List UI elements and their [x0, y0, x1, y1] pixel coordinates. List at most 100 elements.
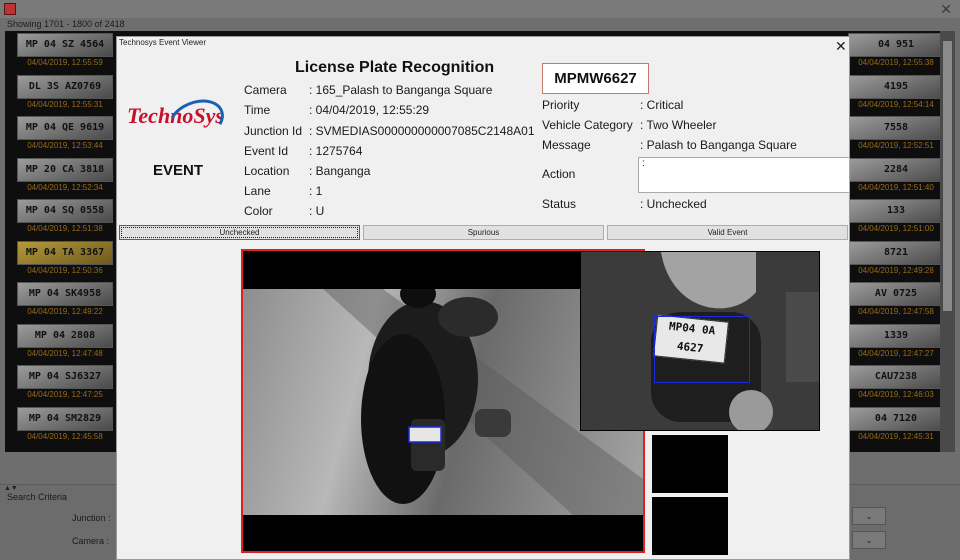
- event-thumbnail-tile[interactable]: 4195 04/04/2019, 12:54:14: [848, 74, 944, 110]
- thumbnail-timestamp: 04/04/2019, 12:46:03: [858, 390, 934, 399]
- plate-thumbnail: MP 04 QE 9619: [17, 116, 113, 140]
- location-value: : Banganga: [309, 164, 371, 178]
- technosys-logo: TechnoSys: [125, 91, 231, 151]
- event-thumbnail-tile[interactable]: 04 7120 04/04/2019, 12:45:31: [848, 406, 944, 442]
- plate-thumbnail: MP 20 CA 3818: [17, 157, 113, 182]
- event-viewer-dialog: Technosys Event Viewer ✕ TechnoSys EVENT…: [116, 36, 850, 560]
- blank-thumbnail-2[interactable]: [652, 497, 728, 555]
- results-count-label: Showing 1701 - 1800 of 2418: [7, 19, 125, 29]
- thumbnail-timestamp: 04/04/2019, 12:54:14: [858, 99, 934, 109]
- junction-label: Junction :: [72, 513, 111, 523]
- collapse-arrows-icon[interactable]: ▲▼: [4, 485, 18, 492]
- app-icon: [4, 3, 16, 15]
- plate-thumbnail: DL 3S AZ0769: [17, 74, 113, 99]
- plate-thumbnail: MP 04 SJ6327: [17, 365, 113, 389]
- event-thumbnail-tile[interactable]: 2284 04/04/2019, 12:51:40: [848, 157, 944, 193]
- event-thumbnail-tile[interactable]: MP 04 SM2829 04/04/2019, 12:45:58: [17, 406, 113, 442]
- valid-event-button[interactable]: Valid Event: [607, 225, 848, 240]
- event-thumbnail-tile[interactable]: MP 04 SJ6327 04/04/2019, 12:47:25: [17, 365, 113, 400]
- camera-label: Camera :: [72, 536, 110, 546]
- plate-thumbnail: MP 04 SM2829: [17, 406, 113, 431]
- color-label: Color: [244, 204, 273, 218]
- status-label: Status: [542, 197, 577, 211]
- plate-thumbnail: 04 951: [848, 33, 944, 57]
- thumbnail-timestamp: 04/04/2019, 12:47:27: [858, 348, 934, 358]
- event-thumbnail-tile[interactable]: MP 04 SZ 4564 04/04/2019, 12:55:59: [17, 33, 113, 68]
- thumbnail-timestamp: 04/04/2019, 12:52:51: [858, 141, 934, 150]
- thumbnail-timestamp: 04/04/2019, 12:49:22: [27, 307, 103, 316]
- thumbnail-timestamp: 04/04/2019, 12:50:36: [27, 265, 103, 275]
- detection-box: [654, 316, 750, 383]
- event-thumbnail-tile[interactable]: 7558 04/04/2019, 12:52:51: [848, 116, 944, 151]
- chevron-down-icon: ⌄: [865, 511, 873, 521]
- priority-label: Priority: [542, 98, 580, 112]
- event-id-label: Event Id: [244, 144, 289, 158]
- time-label: Time: [244, 103, 271, 117]
- thumbnail-timestamp: 04/04/2019, 12:55:38: [858, 58, 934, 67]
- event-thumbnail-tile[interactable]: DL 3S AZ0769 04/04/2019, 12:55:31: [17, 74, 113, 110]
- plate-thumbnail: 133: [848, 199, 944, 223]
- plate-thumbnail: MP 04 SQ 0558: [17, 199, 113, 223]
- plate-thumbnail: 8721: [848, 240, 944, 265]
- action-textbox[interactable]: :: [638, 157, 850, 193]
- scrollbar-thumb[interactable]: [943, 41, 952, 311]
- thumbnail-timestamp: 04/04/2019, 12:45:58: [27, 431, 103, 441]
- thumbnail-timestamp: 04/04/2019, 12:51:38: [27, 224, 103, 233]
- camera-value: : 165_Palash to Banganga Square: [309, 83, 493, 97]
- plate-thumbnail: MP 04 SK4958: [17, 282, 113, 306]
- event-thumbnail-tile[interactable]: MP 04 SK4958 04/04/2019, 12:49:22: [17, 282, 113, 317]
- plate-number-badge: MPMW6627: [542, 63, 649, 94]
- time-value: : 04/04/2019, 12:55:29: [309, 103, 430, 117]
- camera-dropdown[interactable]: ⌄: [852, 531, 886, 549]
- plate-thumbnail: MP 04 2808: [17, 323, 113, 348]
- vehicle-category-label: Vehicle Category: [542, 118, 633, 132]
- dialog-close-icon[interactable]: ✕: [835, 37, 847, 55]
- location-label: Location: [244, 164, 290, 178]
- blank-thumbnail-1[interactable]: [652, 435, 728, 493]
- plate-thumbnail: 2284: [848, 157, 944, 182]
- action-label: Action: [542, 167, 576, 181]
- search-criteria-label: Search Criteria: [7, 492, 68, 502]
- vehicle-category-value: : Two Wheeler: [640, 118, 717, 132]
- thumbnail-timestamp: 04/04/2019, 12:55:31: [27, 99, 103, 109]
- junction-id-value: : SVMEDIAS000000000007085C2148A01: [309, 124, 535, 138]
- thumbnail-timestamp: 04/04/2019, 12:49:28: [858, 265, 934, 275]
- event-thumbnail-tile[interactable]: MP 20 CA 3818 04/04/2019, 12:52:34: [17, 157, 113, 193]
- thumbnail-timestamp: 04/04/2019, 12:51:40: [858, 182, 934, 192]
- event-thumbnail-tile[interactable]: AV 0725 04/04/2019, 12:47:58: [848, 282, 944, 317]
- junction-dropdown[interactable]: ⌄: [852, 507, 886, 525]
- event-thumbnail-tile[interactable]: MP 04 2808 04/04/2019, 12:47:48: [17, 323, 113, 359]
- event-thumbnail-tile[interactable]: 133 04/04/2019, 12:51:00: [848, 199, 944, 234]
- plate-thumbnail: 1339: [848, 323, 944, 348]
- grid-scrollbar[interactable]: [940, 31, 955, 452]
- message-label: Message: [542, 138, 591, 152]
- plate-thumbnail: 7558: [848, 116, 944, 140]
- event-thumbnail-tile[interactable]: 8721 04/04/2019, 12:49:28: [848, 240, 944, 276]
- lane-label: Lane: [244, 184, 271, 198]
- event-thumbnail-tile[interactable]: 1339 04/04/2019, 12:47:27: [848, 323, 944, 359]
- plate-thumbnail: 4195: [848, 74, 944, 99]
- thumbnail-timestamp: 04/04/2019, 12:53:44: [27, 141, 103, 150]
- plate-thumbnail: AV 0725: [848, 282, 944, 306]
- event-id-value: : 1275764: [309, 144, 363, 158]
- event-thumbnail-tile[interactable]: MP 04 QE 9619 04/04/2019, 12:53:44: [17, 116, 113, 151]
- unchecked-button[interactable]: Unchecked: [119, 225, 360, 240]
- message-value: : Palash to Banganga Square: [640, 138, 797, 152]
- event-thumbnail-tile[interactable]: MP 04 SQ 0558 04/04/2019, 12:51:38: [17, 199, 113, 234]
- camera-label: Camera: [244, 83, 287, 97]
- color-value: : U: [309, 204, 325, 218]
- event-thumbnail-tile[interactable]: 04 951 04/04/2019, 12:55:38: [848, 33, 944, 68]
- plate-zoom-image[interactable]: MP04 0A 4627: [580, 251, 820, 431]
- main-window-close-icon[interactable]: ✕: [940, 0, 952, 18]
- event-thumbnail-tile[interactable]: CAU7238 04/04/2019, 12:46:03: [848, 365, 944, 400]
- plate-thumbnail: MP 04 SZ 4564: [17, 33, 113, 57]
- plate-thumbnail: MP 04 TA 3367: [17, 240, 113, 265]
- background-titlebar: ✕: [0, 0, 960, 18]
- lane-value: : 1: [309, 184, 323, 198]
- dialog-title: Technosys Event Viewer: [119, 38, 207, 47]
- plate-thumbnail: 04 7120: [848, 406, 944, 431]
- event-thumbnail-tile[interactable]: MP 04 TA 3367 04/04/2019, 12:50:36: [17, 240, 113, 276]
- spurious-button[interactable]: Spurious: [363, 225, 604, 240]
- thumbnail-timestamp: 04/04/2019, 12:47:48: [27, 348, 103, 358]
- thumbnail-timestamp: 04/04/2019, 12:55:59: [27, 58, 103, 67]
